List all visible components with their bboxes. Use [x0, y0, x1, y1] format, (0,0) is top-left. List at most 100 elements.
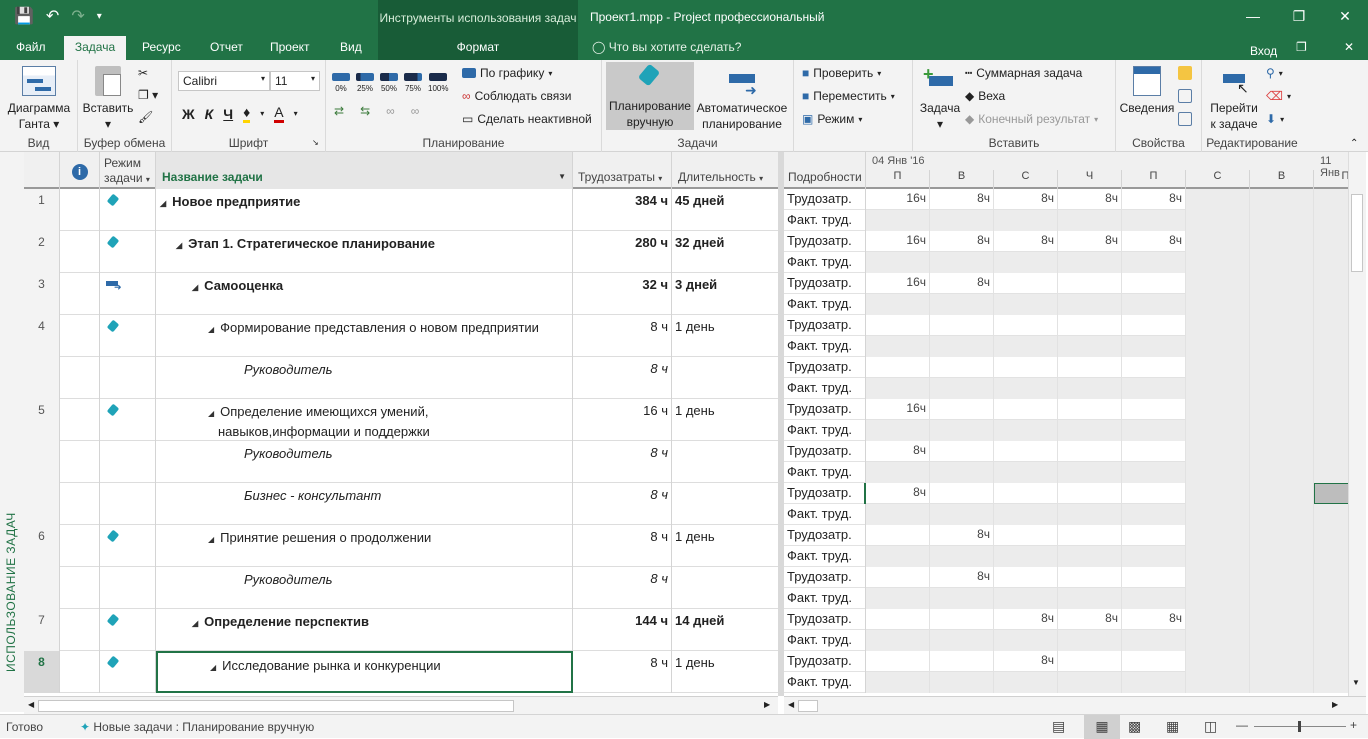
work-cell[interactable]: 8 ч: [573, 483, 672, 525]
timephased-cell[interactable]: [1186, 420, 1250, 441]
timephased-cell[interactable]: [1058, 504, 1122, 525]
timephased-cell[interactable]: 8ч: [1058, 189, 1122, 210]
timephased-cell[interactable]: [1250, 378, 1314, 399]
timephased-cell[interactable]: [1314, 210, 1348, 231]
select-all-cell[interactable]: [24, 152, 60, 189]
timephased-cell[interactable]: [1250, 441, 1314, 462]
timephased-cell[interactable]: [1314, 273, 1348, 294]
move-forward-icon[interactable]: ⇆: [360, 104, 370, 118]
timephased-cell[interactable]: 8ч: [1122, 189, 1186, 210]
duration-cell[interactable]: 1 день: [672, 651, 778, 693]
timephased-cell[interactable]: [1250, 504, 1314, 525]
task-name-cell[interactable]: Руководитель: [156, 357, 573, 399]
task-mode-cell[interactable]: [100, 483, 156, 525]
resource-sheet-shortcut-icon[interactable]: ▦: [1166, 718, 1179, 735]
timephased-cell[interactable]: [1314, 483, 1348, 504]
timephased-cell[interactable]: [1122, 651, 1186, 672]
timephased-cell[interactable]: [1250, 588, 1314, 609]
timephased-cell[interactable]: 8ч: [1058, 609, 1122, 630]
timephased-cell[interactable]: [1186, 273, 1250, 294]
duration-cell[interactable]: [672, 567, 778, 609]
ribbon-display-icon[interactable]: ❐: [1286, 36, 1317, 60]
timephased-cell[interactable]: [866, 210, 930, 231]
timephased-cell[interactable]: [994, 336, 1058, 357]
timephased-cell[interactable]: [1058, 672, 1122, 693]
task-name-cell[interactable]: ◢ Формирование представления о новом пред…: [156, 315, 573, 357]
timephased-cell[interactable]: [994, 420, 1058, 441]
timephased-cell[interactable]: [866, 672, 930, 693]
timephased-cell[interactable]: [1250, 651, 1314, 672]
timephased-cell[interactable]: [866, 357, 930, 378]
assignment-row[interactable]: Руководитель 8 ч: [24, 357, 778, 399]
minimize-icon[interactable]: —: [1230, 0, 1276, 32]
timephased-cell[interactable]: [1186, 189, 1250, 210]
timephased-cell[interactable]: [1314, 672, 1348, 693]
timephased-cell[interactable]: [930, 609, 994, 630]
paste-button[interactable]: Вставить ▾: [80, 64, 136, 132]
deliverable-button[interactable]: ◆ Конечный результат ▾: [965, 112, 1098, 126]
timephased-cell[interactable]: [1058, 294, 1122, 315]
timephased-cell[interactable]: [994, 546, 1058, 567]
work-cell[interactable]: 16 ч: [573, 399, 672, 441]
row-id[interactable]: 7: [24, 609, 60, 651]
timephased-cell[interactable]: [866, 525, 930, 546]
timephased-cell[interactable]: [1314, 609, 1348, 630]
duration-cell[interactable]: 32 дней: [672, 231, 778, 273]
timephased-cell[interactable]: [994, 588, 1058, 609]
complete-25-button[interactable]: 25%: [356, 70, 374, 93]
timephased-cell[interactable]: [1314, 567, 1348, 588]
task-mode-cell[interactable]: [100, 567, 156, 609]
timephased-cell[interactable]: [1250, 315, 1314, 336]
duration-cell[interactable]: 3 дней: [672, 273, 778, 315]
timephased-cell[interactable]: [994, 525, 1058, 546]
details-header[interactable]: Подробности: [784, 152, 866, 189]
timephased-cell[interactable]: [1186, 651, 1250, 672]
work-cell[interactable]: 8 ч: [573, 651, 672, 693]
information-button[interactable]: Сведения: [1118, 64, 1176, 116]
timephased-cell[interactable]: [930, 336, 994, 357]
timephased-cell[interactable]: [1058, 357, 1122, 378]
timephased-cell[interactable]: [866, 252, 930, 273]
timephased-cell[interactable]: [866, 567, 930, 588]
timephased-cell[interactable]: [1250, 231, 1314, 252]
timephased-cell[interactable]: [866, 294, 930, 315]
cut-icon[interactable]: ✂: [138, 66, 148, 80]
timephased-cell[interactable]: [1314, 252, 1348, 273]
row-id[interactable]: [24, 483, 60, 525]
timephased-cell[interactable]: [1250, 546, 1314, 567]
work-cell[interactable]: 8 ч: [573, 357, 672, 399]
timephased-cell[interactable]: [1250, 630, 1314, 651]
task-mode-cell[interactable]: [100, 525, 156, 567]
duration-cell[interactable]: 1 день: [672, 399, 778, 441]
row-id[interactable]: [24, 357, 60, 399]
duration-header[interactable]: Длительность ▾: [672, 152, 778, 189]
timephased-cell[interactable]: [1250, 672, 1314, 693]
timephased-cell[interactable]: [1058, 378, 1122, 399]
collapse-ribbon-icon[interactable]: ⌃: [1350, 138, 1358, 149]
milestone-button[interactable]: ◆ Веха: [965, 89, 1005, 103]
restore-icon[interactable]: ❐: [1276, 0, 1322, 32]
task-mode-cell[interactable]: [100, 231, 156, 273]
find-icon[interactable]: ⚲ ▾: [1266, 66, 1283, 80]
timephased-cell[interactable]: [1122, 588, 1186, 609]
timescale-scroll-left-icon[interactable]: ◀: [788, 700, 794, 709]
timephased-cell[interactable]: [1122, 546, 1186, 567]
timephased-cell[interactable]: [994, 294, 1058, 315]
timephased-cell[interactable]: [1122, 420, 1186, 441]
underline-button[interactable]: Ч: [223, 106, 233, 122]
timephased-cell[interactable]: [1186, 525, 1250, 546]
gantt-view-shortcut-icon[interactable]: ▤: [1052, 718, 1065, 735]
inspect-button[interactable]: ■ Проверить ▾: [802, 66, 881, 80]
timephased-cell[interactable]: [866, 378, 930, 399]
clear-icon[interactable]: ⌫ ▾: [1266, 89, 1291, 103]
timephased-cell[interactable]: [1314, 441, 1348, 462]
task-row[interactable]: 5 ◢ Определение имеющихся умений, навыков,и…: [24, 399, 778, 441]
timephased-cell[interactable]: [930, 420, 994, 441]
timephased-cell[interactable]: [1058, 525, 1122, 546]
task-mode-cell[interactable]: [100, 441, 156, 483]
task-name-cell[interactable]: ◢ Определение перспектив: [156, 609, 573, 651]
timephased-cell[interactable]: [1314, 294, 1348, 315]
timephased-cell[interactable]: [1314, 315, 1348, 336]
timephased-cell[interactable]: [1058, 651, 1122, 672]
timephased-cell[interactable]: [1058, 315, 1122, 336]
